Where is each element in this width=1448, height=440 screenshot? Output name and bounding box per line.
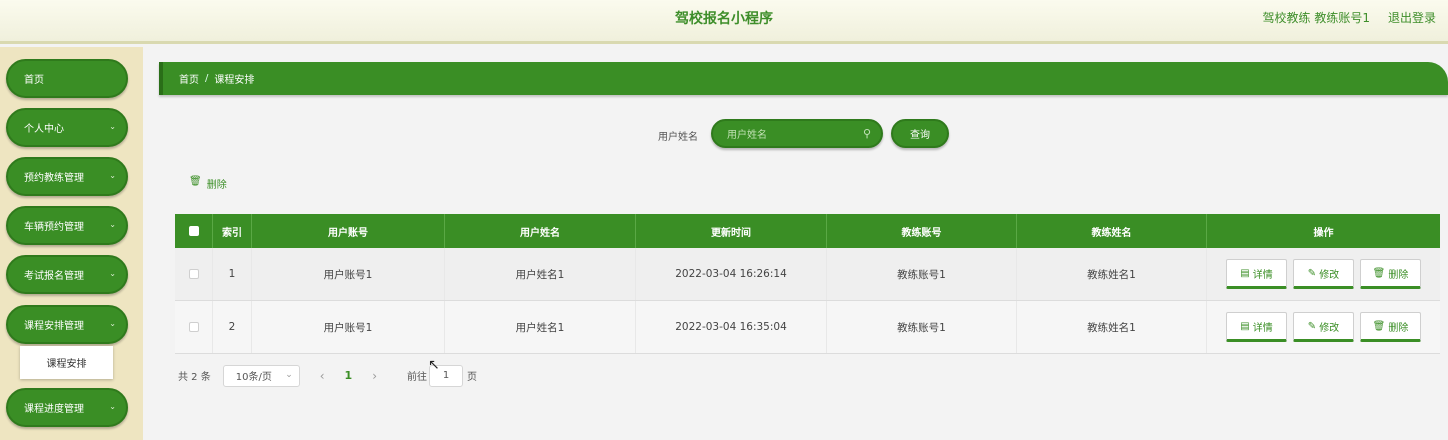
cell-index: 1 — [213, 248, 252, 300]
query-button[interactable]: 查询 — [891, 119, 949, 148]
breadcrumb-home[interactable]: 首页 — [179, 71, 199, 86]
chevron-down-icon: ⌄ — [109, 402, 116, 411]
sidebar-item-label: 车辆预约管理 — [24, 222, 84, 233]
col-header-actions: 操作 — [1313, 227, 1334, 239]
sidebar-item-label: 个人中心 — [24, 124, 64, 135]
table-row: 1 用户账号1 用户姓名1 2022-03-04 16:26:14 教练账号1 … — [175, 248, 1440, 301]
page-size-select[interactable]: 10条/页 ⌄ — [222, 364, 300, 387]
row-checkbox[interactable] — [188, 322, 199, 332]
sidebar-item-coach-booking[interactable]: 预约教练管理 ⌄ — [6, 157, 128, 196]
cell-user-account: 用户账号1 — [252, 301, 445, 353]
row-select-cell — [175, 248, 213, 300]
cell-user-name: 用户姓名1 — [445, 301, 636, 353]
edit-button[interactable]: ✎ 修改 — [1293, 259, 1354, 289]
edit-button[interactable]: ✎ 修改 — [1293, 312, 1354, 342]
sidebar-item-exam-registration[interactable]: 考试报名管理 ⌄ — [6, 255, 128, 294]
detail-label: 详情 — [1252, 269, 1273, 281]
document-icon: ▤ — [1240, 267, 1250, 279]
goto-suffix: 页 — [467, 372, 478, 383]
select-all-cell — [175, 214, 213, 248]
pencil-icon: ✎ — [1307, 267, 1317, 279]
trash-icon: 🗑 — [1372, 320, 1386, 332]
trash-icon: 🗑 — [1372, 267, 1386, 279]
col-header-update-time: 更新时间 — [636, 214, 827, 248]
delete-label: 删除 — [1388, 322, 1409, 334]
cell-coach-name: 教练姓名1 — [1017, 248, 1207, 300]
breadcrumb: 首页 / 课程安排 — [159, 62, 1448, 95]
sidebar-item-personal-center[interactable]: 个人中心 ⌄ — [6, 108, 128, 147]
row-select-cell — [175, 301, 213, 353]
detail-button[interactable]: ▤ 详情 — [1226, 312, 1287, 342]
delete-label: 删除 — [1388, 269, 1409, 281]
cell-coach-name: 教练姓名1 — [1017, 301, 1207, 353]
cell-coach-account: 教练账号1 — [827, 248, 1017, 300]
col-header-coach-account: 教练账号 — [827, 214, 1017, 248]
sidebar-item-label: 首页 — [24, 75, 44, 86]
cell-actions: ▤ 详情 ✎ 修改 🗑 删除 — [1207, 301, 1440, 353]
search-icon: ⚲ — [862, 127, 871, 140]
next-page-button[interactable]: › — [372, 369, 377, 383]
chevron-down-icon: ⌄ — [109, 220, 116, 229]
edit-label: 修改 — [1319, 322, 1340, 334]
cell-user-account: 用户账号1 — [252, 248, 445, 300]
pencil-icon: ✎ — [1307, 320, 1317, 332]
cell-index: 2 — [213, 301, 252, 353]
top-header: 驾校报名小程序 驾校教练 教练账号1 退出登录 — [0, 0, 1448, 44]
course-table: 索引 用户账号 用户姓名 更新时间 教练账号 教练姓名 操作 1 用户账号1 用… — [175, 214, 1440, 354]
total-count: 共 2 条 — [178, 372, 211, 383]
delete-button[interactable]: 🗑 删除 — [1360, 259, 1421, 289]
table-row: 2 用户账号1 用户姓名1 2022-03-04 16:35:04 教练账号1 … — [175, 301, 1440, 354]
sidebar-item-label: 考试报名管理 — [24, 271, 84, 282]
sidebar-item-course-schedule[interactable]: 课程安排管理 ⌄ — [6, 305, 128, 344]
chevron-down-icon: ⌄ — [109, 122, 116, 131]
breadcrumb-separator: / — [205, 73, 209, 84]
prev-page-button[interactable]: ‹ — [320, 369, 325, 383]
mouse-cursor-icon: ↖ — [428, 357, 440, 373]
app-title: 驾校报名小程序 — [675, 11, 773, 27]
header-user-area: 驾校教练 教练账号1 退出登录 — [1263, 9, 1436, 26]
current-user: 驾校教练 教练账号1 — [1262, 11, 1370, 25]
cell-actions: ▤ 详情 ✎ 修改 🗑 删除 — [1207, 248, 1440, 300]
col-header-index: 索引 — [213, 214, 252, 248]
chevron-down-icon: ⌄ — [109, 269, 116, 278]
delete-button[interactable]: 🗑 删除 — [1360, 312, 1421, 342]
trash-icon: 🗑 — [189, 176, 202, 187]
table-header: 索引 用户账号 用户姓名 更新时间 教练账号 教练姓名 操作 — [175, 214, 1440, 248]
edit-label: 修改 — [1319, 269, 1340, 281]
sidebar-item-label: 课程进度管理 — [24, 404, 84, 415]
cell-coach-account: 教练账号1 — [827, 301, 1017, 353]
search-label: 用户姓名 — [658, 132, 698, 143]
search-input[interactable]: 用户姓名 ⚲ — [711, 119, 883, 148]
select-all-checkbox[interactable] — [188, 226, 199, 236]
search-placeholder: 用户姓名 — [727, 130, 767, 141]
batch-delete-label: 删除 — [206, 180, 227, 191]
breadcrumb-current: 课程安排 — [214, 75, 255, 86]
col-header-user-name: 用户姓名 — [445, 214, 636, 248]
submenu-item-course-schedule[interactable]: 课程安排 — [20, 346, 113, 379]
chevron-down-icon: ⌄ — [109, 171, 116, 180]
page-number[interactable]: 1 — [345, 369, 353, 382]
chevron-down-icon: ⌄ — [285, 369, 293, 380]
sidebar: 首页 个人中心 ⌄ 预约教练管理 ⌄ 车辆预约管理 ⌄ 考试报名管理 ⌄ 课程安… — [0, 47, 143, 440]
cell-update-time: 2022-03-04 16:26:14 — [636, 248, 827, 300]
goto-label: 前往 — [407, 372, 428, 383]
logout-link[interactable]: 退出登录 — [1388, 9, 1436, 26]
page-size-value: 10条/页 — [235, 372, 272, 383]
sidebar-item-vehicle-booking[interactable]: 车辆预约管理 ⌄ — [6, 206, 128, 245]
sidebar-item-label: 课程安排管理 — [24, 321, 84, 332]
sidebar-item-label: 预约教练管理 — [24, 173, 84, 184]
chevron-down-icon: ⌄ — [109, 319, 116, 328]
cell-update-time: 2022-03-04 16:35:04 — [636, 301, 827, 353]
row-checkbox[interactable] — [188, 269, 199, 279]
col-header-coach-name: 教练姓名 — [1017, 214, 1207, 248]
sidebar-item-course-progress[interactable]: 课程进度管理 ⌄ — [6, 388, 128, 427]
detail-label: 详情 — [1252, 322, 1273, 334]
document-icon: ▤ — [1240, 320, 1250, 332]
sidebar-item-home[interactable]: 首页 — [6, 59, 128, 98]
col-header-user-account: 用户账号 — [252, 214, 445, 248]
detail-button[interactable]: ▤ 详情 — [1226, 259, 1287, 289]
batch-delete-button[interactable]: 🗑 删除 — [189, 176, 227, 191]
cell-user-name: 用户姓名1 — [445, 248, 636, 300]
